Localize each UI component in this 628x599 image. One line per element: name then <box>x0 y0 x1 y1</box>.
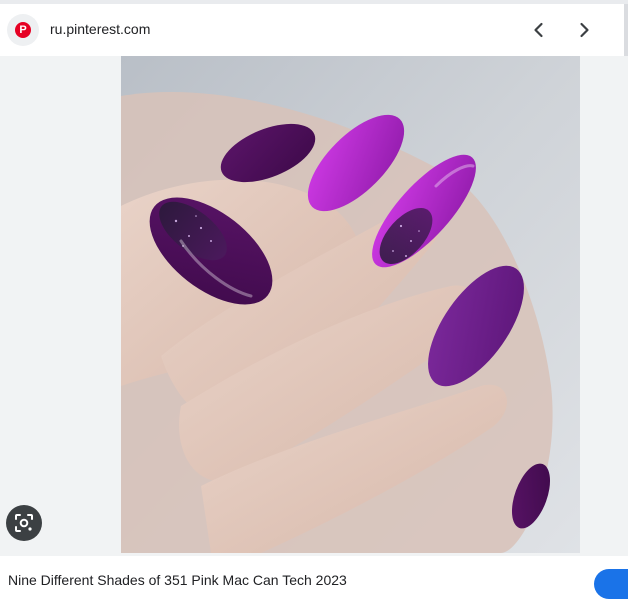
visit-button[interactable] <box>594 569 628 599</box>
lens-search-icon <box>15 514 33 532</box>
source-domain[interactable]: ru.pinterest.com <box>50 21 150 37</box>
panel-edge <box>624 4 628 56</box>
chevron-right-icon <box>580 22 589 38</box>
next-image-button[interactable] <box>570 16 598 44</box>
visual-search-button[interactable] <box>6 505 42 541</box>
nail-photo[interactable] <box>121 56 580 553</box>
image-title[interactable]: Nine Different Shades of 351 Pink Mac Ca… <box>8 572 347 588</box>
chevron-left-icon <box>534 22 543 38</box>
source-header: P ru.pinterest.com <box>0 4 628 57</box>
previous-image-button[interactable] <box>525 16 553 44</box>
pinterest-logo-icon: P <box>15 22 31 38</box>
nail-photo-illustration <box>121 56 580 553</box>
image-viewer <box>0 56 628 556</box>
site-favicon[interactable]: P <box>7 14 39 46</box>
